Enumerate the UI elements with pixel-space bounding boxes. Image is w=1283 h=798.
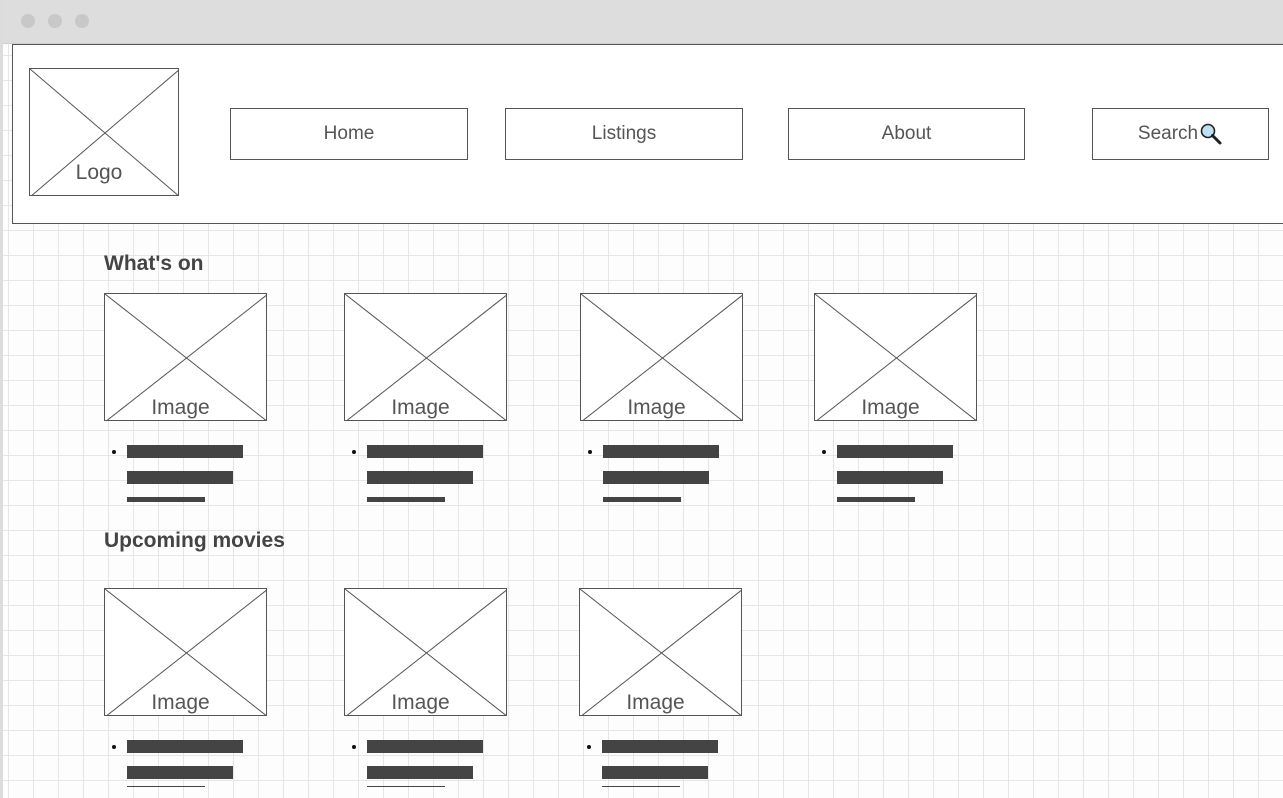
list-bullet bbox=[588, 450, 592, 454]
text-placeholder-line bbox=[603, 445, 719, 458]
movie-image[interactable]: Image bbox=[104, 293, 267, 421]
image-label: Image bbox=[151, 691, 210, 714]
list-bullet bbox=[112, 450, 116, 454]
link-placeholder[interactable] bbox=[602, 786, 680, 787]
text-placeholder-line bbox=[367, 445, 483, 458]
image-label: Image bbox=[627, 396, 686, 419]
movie-image[interactable]: Image bbox=[344, 293, 507, 421]
logo-label: Logo bbox=[75, 161, 123, 184]
link-placeholder[interactable] bbox=[367, 497, 445, 502]
text-placeholder-line bbox=[603, 471, 709, 484]
browser-window: Logo Home Listings About Search What's o… bbox=[0, 0, 1283, 798]
list-bullet bbox=[352, 450, 356, 454]
section-title-upcoming-movies: Upcoming movies bbox=[104, 529, 285, 552]
movie-image[interactable]: Image bbox=[580, 293, 743, 421]
list-bullet bbox=[112, 745, 116, 749]
text-placeholder-line bbox=[127, 766, 233, 779]
text-placeholder-line bbox=[837, 471, 943, 484]
image-label: Image bbox=[151, 396, 210, 419]
text-placeholder-line bbox=[837, 445, 953, 458]
list-bullet bbox=[352, 745, 356, 749]
minimize-window-button[interactable] bbox=[48, 14, 62, 28]
movie-image[interactable]: Image bbox=[344, 588, 507, 716]
image-label: Image bbox=[391, 396, 450, 419]
nav-about-button[interactable]: About bbox=[788, 108, 1025, 160]
image-label: Image bbox=[391, 691, 450, 714]
text-placeholder-line bbox=[127, 445, 243, 458]
search-label: Search bbox=[1137, 123, 1199, 144]
text-placeholder-line bbox=[602, 766, 708, 779]
nav-home-button[interactable]: Home bbox=[230, 108, 468, 160]
movie-image[interactable]: Image bbox=[814, 293, 977, 421]
window-titlebar bbox=[3, 0, 1283, 44]
link-placeholder[interactable] bbox=[603, 497, 681, 502]
movie-image[interactable]: Image bbox=[579, 588, 742, 716]
link-placeholder[interactable] bbox=[367, 786, 445, 787]
link-placeholder[interactable] bbox=[837, 497, 915, 502]
link-placeholder[interactable] bbox=[127, 786, 205, 787]
text-placeholder-line bbox=[367, 766, 473, 779]
text-placeholder-line bbox=[602, 740, 718, 753]
section-title-whats-on: What's on bbox=[104, 252, 204, 275]
text-placeholder-line bbox=[367, 740, 483, 753]
list-bullet bbox=[587, 745, 591, 749]
logo[interactable]: Logo bbox=[29, 68, 179, 196]
link-placeholder[interactable] bbox=[127, 497, 205, 502]
text-placeholder-line bbox=[127, 471, 233, 484]
close-window-button[interactable] bbox=[21, 14, 35, 28]
text-placeholder-line bbox=[367, 471, 473, 484]
magnifier-icon bbox=[1200, 123, 1222, 145]
search-button[interactable]: Search bbox=[1092, 108, 1269, 160]
image-label: Image bbox=[861, 396, 920, 419]
maximize-window-button[interactable] bbox=[75, 14, 89, 28]
movie-image[interactable]: Image bbox=[104, 588, 267, 716]
list-bullet bbox=[822, 450, 826, 454]
image-label: Image bbox=[626, 691, 685, 714]
nav-listings-button[interactable]: Listings bbox=[505, 108, 743, 160]
text-placeholder-line bbox=[127, 740, 243, 753]
